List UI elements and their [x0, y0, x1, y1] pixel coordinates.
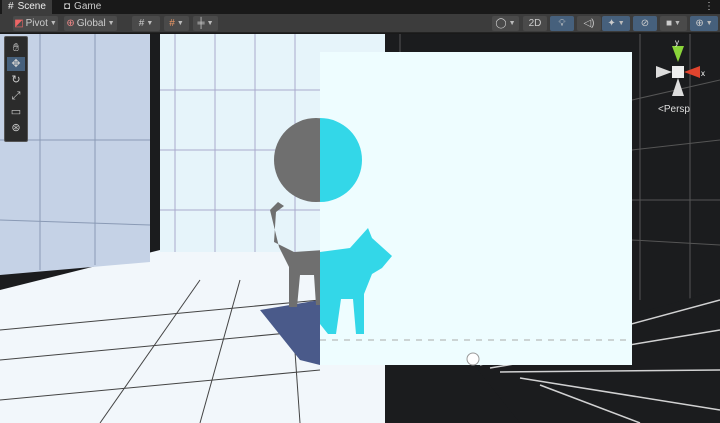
pivot-dropdown[interactable]: ◩ Pivot ▼ — [13, 16, 58, 31]
hand-tool[interactable]: ✋︎ — [7, 41, 25, 55]
effects-icon: ✦ — [607, 18, 616, 29]
transform-icon: ⊛ — [11, 122, 21, 134]
hand-icon: ✋︎ — [12, 42, 20, 54]
audio-icon: ◁) — [583, 18, 595, 29]
rotate-tool[interactable]: ↻ — [7, 73, 25, 87]
scene-render: y x — [0, 34, 720, 423]
grid-snap-icon: # — [138, 18, 145, 29]
draw-mode-icon: ◯ — [495, 18, 507, 29]
grid-icon: # — [8, 1, 14, 12]
more-menu-icon[interactable]: ⋮ — [704, 0, 714, 14]
visibility-icon: ⊘ — [640, 18, 650, 29]
increment-snap-button[interactable]: # ▼ — [164, 16, 189, 31]
scale-tool[interactable]: ⤢ — [7, 89, 25, 103]
camera-icon: ■ — [666, 18, 673, 29]
grid-snap-button[interactable]: # ▼ — [132, 16, 160, 31]
audio-toggle[interactable]: ◁) — [577, 16, 601, 31]
move-tool[interactable]: ✥ — [7, 57, 25, 71]
2d-toggle[interactable]: 2D — [523, 16, 547, 31]
scale-icon: ⤢ — [11, 90, 21, 102]
globe-icon: ⊕ — [66, 18, 75, 29]
rect-icon: ▭ — [10, 106, 22, 118]
rect-tool[interactable]: ▭ — [7, 105, 25, 119]
transform-tool[interactable]: ⊛ — [7, 121, 25, 135]
tab-bar: # Scene ◘ Game ⋮ — [0, 0, 720, 14]
projection-toggle[interactable]: <Persp — [658, 104, 690, 115]
scene-viewport[interactable]: y x ✋︎ ✥ ↻ ⤢ ▭ ⊛ <Persp y x — [0, 34, 720, 423]
ruler-button[interactable]: ╪ ▼ — [193, 16, 218, 31]
gizmos-icon: ⊕ — [695, 18, 704, 29]
ruler-icon: ╪ — [197, 18, 205, 29]
lighting-toggle[interactable]: 💡︎ — [550, 16, 574, 31]
scene-toolbar: ◩ Pivot ▼ ⊕ Global ▼ # ▼ # ▼ ╪ ▼ ◯ ▼ 2D 💡︎ ◁) ✦ ▼… — [0, 14, 720, 33]
tab-game[interactable]: ◘ Game — [58, 0, 107, 14]
move-icon: ✥ — [11, 58, 21, 70]
effects-dropdown[interactable]: ✦ ▼ — [602, 16, 630, 31]
svg-text:y: y — [675, 38, 679, 47]
gamepad-icon: ◘ — [64, 1, 71, 12]
tab-scene[interactable]: # Scene — [2, 0, 52, 14]
increment-snap-icon: # — [169, 18, 175, 29]
svg-text:x: x — [701, 69, 705, 78]
gizmos-dropdown[interactable]: ⊕ ▼ — [690, 16, 718, 31]
camera-dropdown[interactable]: ■ ▼ — [660, 16, 687, 31]
draw-mode-dropdown[interactable]: ◯ ▼ — [492, 16, 519, 31]
lighting-icon: 💡︎ — [558, 18, 566, 29]
pivot-icon: ◩ — [14, 18, 24, 29]
tools-overlay: ✋︎ ✥ ↻ ⤢ ▭ ⊛ — [4, 36, 28, 142]
visibility-toggle[interactable]: ⊘ — [633, 16, 657, 31]
global-dropdown[interactable]: ⊕ Global ▼ — [64, 16, 117, 31]
rotate-icon: ↻ — [11, 74, 21, 86]
